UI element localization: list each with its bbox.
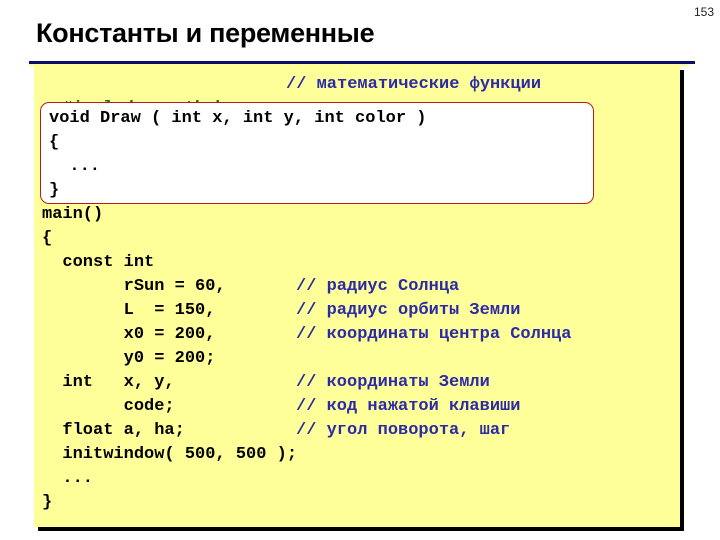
code-line: L = 150, [42,301,216,320]
code-line: int x, y, [42,373,175,392]
function-line: void Draw ( int x, int y, int color ) [49,109,427,128]
code-line: code; [42,397,175,416]
include-comment: // математические функции [286,75,542,94]
code-comment: // радиус орбиты Земли [296,301,521,320]
code-line: float a, ha; [42,421,185,440]
function-line: { [49,133,60,152]
code-line: const int [42,253,155,272]
code-comment: // радиус Солнца [296,277,460,296]
code-comment: // код нажатой клавиши [296,397,521,416]
code-line: ... [42,469,94,488]
code-line: } [42,493,53,512]
slide-title: Константы и переменные [36,18,375,48]
code-comment: // координаты Земли [296,373,490,392]
code-comment: // угол поворота, шаг [296,421,511,440]
code-line: y0 = 200; [42,349,216,368]
code-line: { [42,229,53,248]
function-line: } [49,181,60,200]
function-line: ... [49,157,101,176]
code-comment: // координаты центра Солнца [296,325,572,344]
page-number: 153 [693,5,714,19]
code-line: main() [42,205,104,224]
code-line: rSun = 60, [42,277,226,296]
code-line: initwindow( 500, 500 ); [42,445,298,464]
code-line: x0 = 200, [42,325,216,344]
